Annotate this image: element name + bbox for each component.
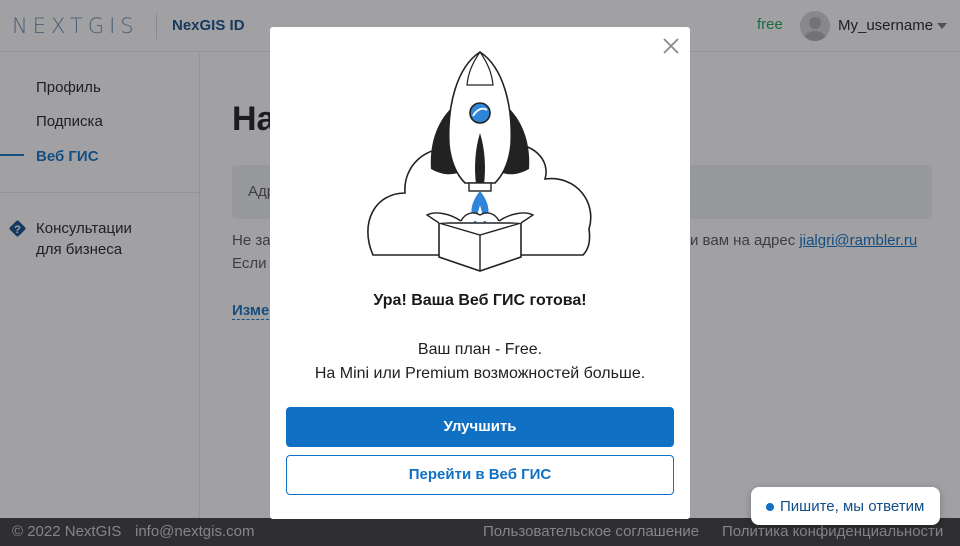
modal-title: Ура! Ваша Веб ГИС готова! [373,292,587,309]
open-webgis-button[interactable]: Перейти в Веб ГИС [286,455,674,495]
plan-text: Ваш план - Free. [417,341,543,358]
close-icon[interactable] [662,37,680,55]
modal-description: Ваш план - Free. На Mini или Premium воз… [270,338,690,386]
rocket-illustration [367,50,592,272]
upsell-text: На Mini или Premium возможностей больше. [314,365,646,382]
online-status-icon [766,503,774,511]
chat-label: Пишите, мы ответим [780,498,925,515]
webgis-ready-modal: Ура! Ваша Веб ГИС готова! Ваш план - Fre… [270,27,690,519]
chat-widget[interactable]: Пишите, мы ответим [751,487,940,525]
upgrade-button[interactable]: Улучшить [286,407,674,447]
